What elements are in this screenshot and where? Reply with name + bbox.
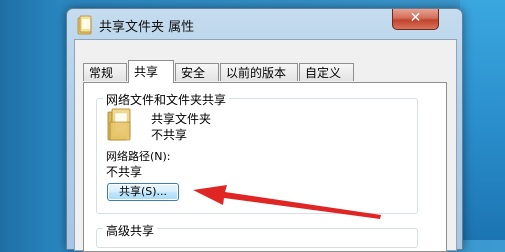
annotation-arrow (193, 185, 381, 219)
tab-general[interactable]: 常规 (83, 63, 127, 81)
folder-name: 共享文件夹 (151, 112, 212, 126)
close-button[interactable]: ✕ (392, 9, 439, 30)
tab-security[interactable]: 安全 (175, 63, 219, 81)
network-path-label: 网络路径(N): (106, 150, 171, 163)
folder-share-status: 不共享 (151, 128, 188, 142)
network-path-value: 不共享 (106, 165, 143, 179)
folder-icon (77, 15, 92, 35)
window-title: 共享文件夹 属性 (99, 20, 195, 35)
desktop-background (460, 0, 505, 240)
tab-previous-versions[interactable]: 以前的版本 (220, 63, 298, 81)
advanced-sharing-label: 高级共享 (103, 222, 158, 239)
advanced-sharing-group: 高级共享 (96, 222, 418, 248)
tab-customize[interactable]: 自定义 (299, 63, 354, 81)
close-icon: ✕ (409, 10, 422, 26)
folder-icon (107, 108, 131, 141)
share-button[interactable]: 共享(S)... (107, 183, 179, 201)
network-sharing-label: 网络文件和文件夹共享 (103, 91, 230, 108)
title-bar[interactable]: 共享文件夹 属性 ✕ (67, 9, 462, 39)
tab-sharing[interactable]: 共享 (128, 60, 174, 83)
